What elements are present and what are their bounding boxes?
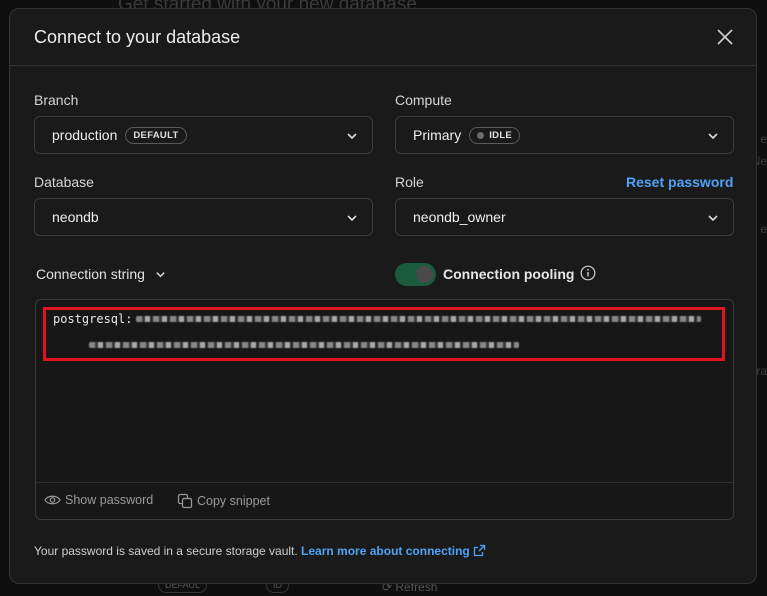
database-value: neondb (52, 209, 99, 225)
connection-string-dropdown[interactable]: Connection string (36, 266, 166, 282)
copy-snippet-button[interactable]: Copy snippet (177, 493, 270, 509)
branch-value: production (52, 127, 118, 143)
info-icon[interactable] (580, 265, 596, 281)
branch-select[interactable]: production DEFAULT (34, 116, 373, 154)
chevron-down-icon (708, 215, 718, 222)
external-link-icon (473, 544, 486, 557)
database-select[interactable]: neondb (34, 198, 373, 236)
background-fragment: e (760, 132, 767, 146)
learn-more-link[interactable]: Learn more about connecting (301, 544, 486, 558)
connection-pooling-toggle[interactable] (395, 263, 436, 286)
close-icon[interactable] (716, 28, 734, 46)
status-badge: IDLE (469, 126, 521, 144)
background-fragment: ra (756, 364, 767, 378)
compute-label: Compute (395, 92, 452, 108)
chevron-down-icon (708, 133, 718, 140)
database-label: Database (34, 174, 94, 190)
modal-title: Connect to your database (34, 27, 241, 47)
default-badge: DEFAULT (125, 126, 187, 144)
modal-header: Connect to your database (10, 9, 756, 66)
compute-value: Primary (413, 127, 462, 143)
branch-label: Branch (34, 92, 79, 108)
highlight-box (43, 307, 725, 361)
show-password-label: Show password (65, 493, 154, 507)
note-text: Your password is saved in a secure stora… (34, 544, 298, 558)
connection-string-label: Connection string (36, 266, 145, 282)
password-storage-note: Your password is saved in a secure stora… (34, 544, 486, 558)
role-select[interactable]: neondb_owner (395, 198, 734, 236)
connect-database-modal: Connect to your database Branch producti… (9, 8, 757, 584)
chevron-down-icon (347, 215, 357, 222)
status-dot-icon (477, 131, 485, 139)
compute-select[interactable]: Primary IDLE (395, 116, 734, 154)
chevron-down-icon (347, 133, 357, 140)
connection-string-code-box[interactable]: postgresql: Show password Copy snippet (35, 299, 734, 520)
show-password-button[interactable]: Show password (44, 493, 153, 507)
status-badge-label: IDLE (489, 129, 513, 141)
code-box-footer: Show password Copy snippet (36, 482, 733, 519)
copy-icon (177, 493, 193, 509)
chevron-down-icon (156, 271, 165, 277)
background-fragment: e (760, 222, 767, 236)
role-label: Role (395, 174, 424, 190)
copy-snippet-label: Copy snippet (197, 494, 270, 508)
reset-password-link[interactable]: Reset password (626, 174, 733, 190)
connection-pooling-label: Connection pooling (443, 266, 575, 282)
role-value: neondb_owner (413, 209, 506, 225)
eye-icon (44, 495, 61, 505)
